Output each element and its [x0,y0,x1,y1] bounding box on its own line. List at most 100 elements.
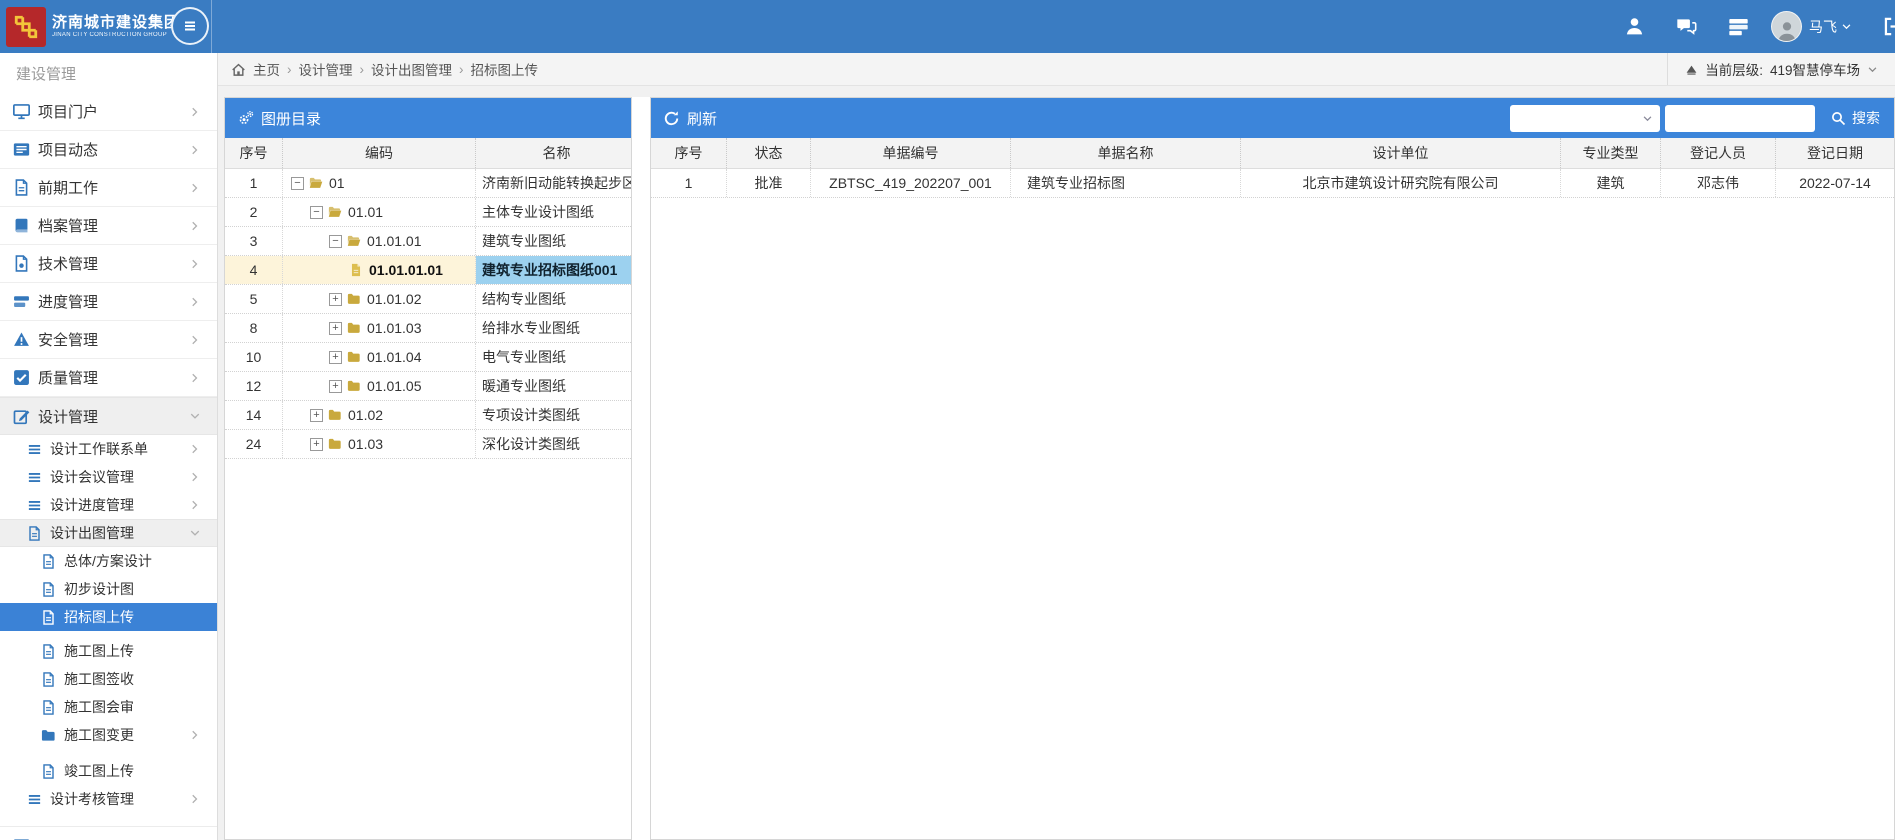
sidebar-item-设计工作联系单[interactable]: 设计工作联系单 [0,435,217,463]
sidebar-item-设计考核管理[interactable]: 设计考核管理 [0,785,217,813]
tree-code-cell: 01.01.01.01 [283,256,476,284]
breadcrumb: 主页›设计管理›设计出图管理›招标图上传 [218,59,538,79]
current-level-selector[interactable]: 当前层级: 419智慧停车场 [1667,53,1895,85]
tree-row[interactable]: 24+01.03深化设计类图纸 [225,430,631,459]
sidebar-item-总体/方案设计[interactable]: 总体/方案设计 [0,547,217,575]
tree-row[interactable]: 14+01.02专项设计类图纸 [225,401,631,430]
sidebar-item-招标图上传[interactable]: 招标图上传 [0,603,217,631]
filter-select[interactable] [1510,105,1660,132]
news-icon [13,141,30,158]
tree-row[interactable]: 8+01.01.03给排水专业图纸 [225,314,631,343]
list-cell: 建筑 [1561,169,1661,197]
sidebar-item-竣工图上传[interactable]: 竣工图上传 [0,757,217,785]
tree-row[interactable]: 3−01.01.01建筑专业图纸 [225,227,631,256]
list-table-header: 序号状态单据编号单据名称设计单位专业类型登记人员登记日期 [651,138,1894,169]
refresh-button[interactable]: 刷新 [687,108,717,129]
sidebar-item-label: 总体/方案设计 [64,551,152,571]
tree-row[interactable]: 2−01.01主体专业设计图纸 [225,198,631,227]
sidebar-item-技术管理[interactable]: 技术管理 [0,245,217,283]
avatar[interactable] [1771,11,1802,42]
tree-code-cell: +01.03 [283,430,476,458]
refresh-icon [663,110,680,127]
folder-open-icon [308,176,324,190]
list-column-header: 单据编号 [811,138,1011,168]
collapse-toggle[interactable]: − [329,235,342,248]
list-cell: 建筑专业招标图 [1011,169,1241,197]
sidebar-item-项目动态[interactable]: 项目动态 [0,131,217,169]
tree-code-cell: −01.01.01 [283,227,476,255]
user-icon[interactable] [1624,16,1645,37]
collapse-toggle[interactable]: − [291,177,304,190]
sidebar-section-label: 建设管理 [0,53,217,93]
sidebar-item-施工图变更[interactable]: 施工图变更 [0,721,217,749]
page-icon [41,764,56,779]
chat-icon[interactable] [1676,16,1697,37]
sidebar-item-设计进度管理[interactable]: 设计进度管理 [0,491,217,519]
expand-toggle[interactable]: + [310,438,323,451]
list-cell: 1 [651,169,727,197]
search-button[interactable]: 搜索 [1831,108,1880,128]
sidebar-item-档案管理[interactable]: 档案管理 [0,207,217,245]
list-column-header: 序号 [651,138,727,168]
breadcrumb-item[interactable]: 设计管理 [299,59,353,79]
sidebar-item-安全管理[interactable]: 安全管理 [0,321,217,359]
sidebar-item-初步设计图[interactable]: 初步设计图 [0,575,217,603]
tree-row[interactable]: 5+01.01.02结构专业图纸 [225,285,631,314]
avatar-photo-icon [1776,19,1798,41]
sidebar-item-进度管理[interactable]: 进度管理 [0,283,217,321]
breadcrumb-separator: › [360,62,365,77]
expand-toggle[interactable]: + [329,293,342,306]
breadcrumb-home[interactable]: 主页 [253,59,280,79]
server-icon[interactable] [1728,16,1749,37]
sidebar-item-质量管理[interactable]: 质量管理 [0,359,217,397]
tree-seq-cell: 8 [225,314,283,342]
sidebar-item-label: 初步设计图 [64,579,134,599]
expand-toggle[interactable]: + [329,380,342,393]
search-button-label: 搜索 [1852,108,1880,128]
sidebar-item[interactable] [0,826,217,840]
sidebar-item-施工图签收[interactable]: 施工图签收 [0,665,217,693]
menu-toggle-button[interactable] [171,7,209,45]
news-icon [13,837,30,840]
page-icon [41,700,56,715]
search-icon [1831,111,1846,126]
list-panel-header: 刷新 搜索 [651,98,1894,138]
sidebar-item-设计管理[interactable]: 设计管理 [0,397,217,435]
folder-open-icon [327,205,343,219]
expand-toggle[interactable]: + [310,409,323,422]
chev-right-icon [189,793,201,805]
collapse-toggle[interactable]: − [310,206,323,219]
page-icon [13,179,30,196]
user-name: 马飞 [1809,17,1837,37]
check-square-icon [13,369,30,386]
sidebar-item-前期工作[interactable]: 前期工作 [0,169,217,207]
sidebar-item-施工图上传[interactable]: 施工图上传 [0,637,217,665]
search-input[interactable] [1665,105,1815,132]
chev-right-icon [189,220,201,232]
list-row[interactable]: 1批准ZBTSC_419_202207_001建筑专业招标图北京市建筑设计研究院… [651,169,1894,198]
tree-row[interactable]: 1−01济南新旧动能转换起步区... [225,169,631,198]
tree-row[interactable]: 10+01.01.04电气专业图纸 [225,343,631,372]
caret-down-icon [189,410,201,422]
logout-icon[interactable] [1882,16,1895,37]
edit-icon [13,408,30,425]
sidebar-item-项目门户[interactable]: 项目门户 [0,93,217,131]
expand-toggle[interactable]: + [329,322,342,335]
tree-row[interactable]: 401.01.01.01建筑专业招标图纸001 [225,256,631,285]
tree-name-cell: 暖通专业图纸 [476,372,631,400]
sidebar-item-施工图会审[interactable]: 施工图会审 [0,693,217,721]
sidebar-item-label: 设计出图管理 [50,523,134,543]
lines-icon [27,498,42,513]
sidebar-item-设计会议管理[interactable]: 设计会议管理 [0,463,217,491]
tree-code-cell: −01.01 [283,198,476,226]
user-menu[interactable]: 马飞 [1809,17,1852,37]
folder-icon [346,350,362,364]
tree-row[interactable]: 12+01.01.05暖通专业图纸 [225,372,631,401]
sidebar-menu: 项目门户项目动态前期工作档案管理技术管理进度管理安全管理质量管理设计管理设计工作… [0,93,217,840]
sidebar-item-设计出图管理[interactable]: 设计出图管理 [0,519,217,547]
breadcrumb-item[interactable]: 招标图上传 [471,59,539,79]
breadcrumb-item[interactable]: 设计出图管理 [371,59,452,79]
catalog-column-header: 序号 [225,138,283,168]
expand-toggle[interactable]: + [329,351,342,364]
lines-icon [27,792,42,807]
